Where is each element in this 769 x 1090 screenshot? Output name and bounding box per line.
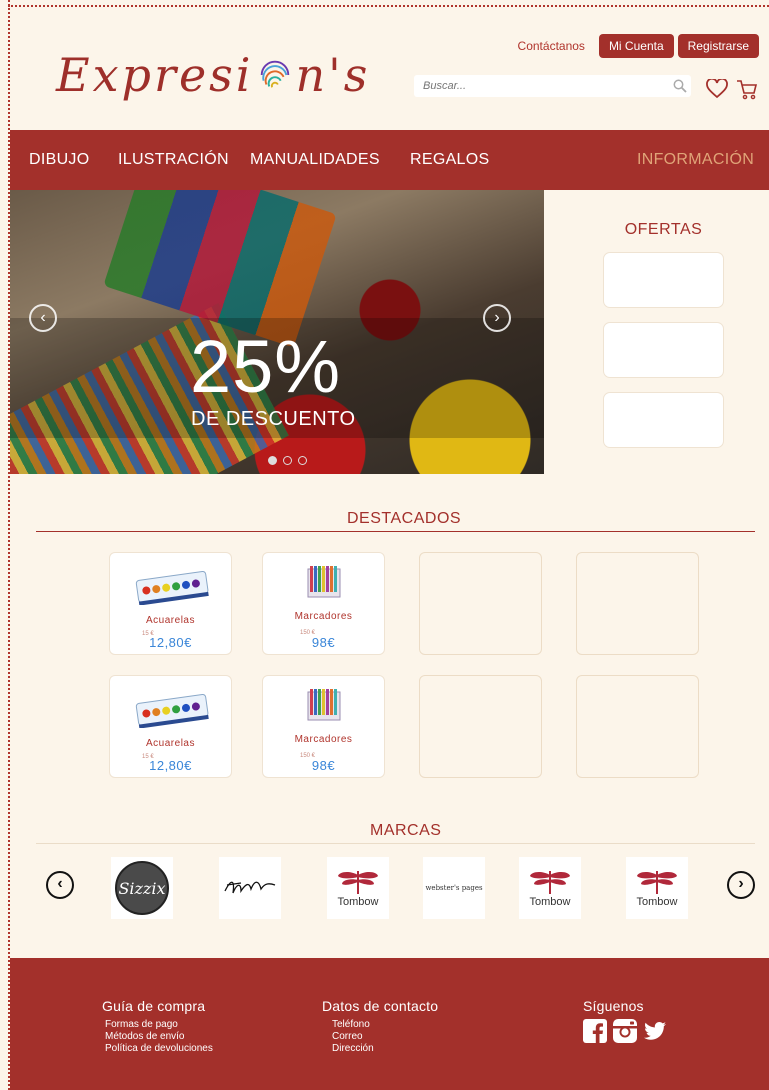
hero-dot-2[interactable] — [283, 456, 292, 465]
nav-item-dibujo[interactable]: DIBUJO — [29, 151, 89, 169]
hero-prev-button[interactable]: ‹ — [29, 304, 57, 332]
footer-social-title: Síguenos — [583, 998, 644, 1014]
hero-pagination — [268, 456, 307, 465]
facebook-icon[interactable] — [583, 1019, 607, 1043]
footer-link[interactable]: Dirección — [322, 1043, 438, 1055]
brand-logo-timholtz[interactable] — [219, 857, 281, 919]
hero-subheadline: DE DESCUENTO — [191, 408, 356, 430]
site-logo[interactable]: Expresi n's — [56, 48, 370, 102]
featured-title: DESTACADOS — [347, 510, 462, 527]
search-icon[interactable] — [669, 75, 691, 97]
brands-prev-button[interactable]: ‹ — [46, 871, 74, 899]
nav-item-manualidades[interactable]: MANUALIDADES — [250, 151, 380, 169]
product-card-placeholder — [419, 552, 542, 655]
product-card-placeholder — [576, 675, 699, 778]
page-guide-top — [8, 5, 769, 7]
footer-contact: Datos de contacto Teléfono Correo Direcc… — [322, 998, 438, 1055]
brand-logo-tombow[interactable]: Tombow — [626, 857, 688, 919]
watercolor-box-image — [135, 693, 209, 728]
product-price: 12,80€ — [149, 635, 192, 650]
dragonfly-icon — [338, 870, 378, 894]
product-name: Acuarelas — [146, 615, 195, 626]
instagram-icon[interactable] — [613, 1019, 637, 1043]
site-footer: Guía de compra Formas de pago Métodos de… — [10, 958, 769, 1090]
nav-item-informacion[interactable]: INFORMACIÓN — [637, 151, 754, 169]
product-card-placeholder — [419, 675, 542, 778]
account-button[interactable]: Mi Cuenta — [598, 34, 674, 58]
product-name: Marcadores — [294, 734, 353, 745]
search-bar — [414, 75, 691, 97]
brands-divider — [36, 843, 755, 844]
contact-link[interactable]: Contáctanos — [518, 39, 585, 53]
cart-icon[interactable] — [736, 78, 758, 100]
brand-name: Tombow — [636, 895, 678, 908]
brands-title: MARCAS — [370, 822, 442, 839]
brands-next-button[interactable]: › — [727, 871, 755, 899]
brand-name: Tombow — [529, 895, 571, 908]
nav-item-ilustracion[interactable]: ILUSTRACIÓN — [118, 151, 229, 169]
timholtz-logo — [224, 881, 276, 894]
heart-icon[interactable] — [706, 79, 728, 99]
product-card[interactable]: Acuarelas 15 € 12,80€ — [109, 552, 232, 655]
nav-item-regalos[interactable]: REGALOS — [410, 151, 489, 169]
brand-name: Sizzix — [118, 879, 165, 898]
brand-logo-tombow[interactable]: Tombow — [327, 857, 389, 919]
footer-guide: Guía de compra Formas de pago Métodos de… — [102, 998, 213, 1055]
fingerprint-icon — [260, 60, 289, 88]
offer-slot[interactable] — [603, 322, 724, 378]
main-nav: DIBUJO ILUSTRACIÓN MANUALIDADES REGALOS … — [10, 130, 769, 190]
footer-link[interactable]: Teléfono — [322, 1019, 438, 1031]
markers-box-image — [307, 689, 341, 721]
footer-link[interactable]: Política de devoluciones — [102, 1043, 213, 1055]
product-price: 98€ — [311, 758, 336, 773]
search-input[interactable] — [414, 80, 669, 92]
logo-text-right: n's — [295, 48, 371, 102]
hero-headline: 25% — [190, 325, 342, 408]
product-card[interactable]: Marcadores 150 € 98€ — [262, 675, 385, 778]
brand-name: webster's pages — [425, 884, 483, 892]
top-links: Contáctanos Mi Cuenta Registrarse — [518, 34, 759, 58]
brand-logo-websters-pages[interactable]: webster's pages — [423, 857, 485, 919]
offer-slot[interactable] — [603, 252, 724, 308]
logo-text-left: Expresi — [56, 48, 254, 102]
offer-slot[interactable] — [603, 392, 724, 448]
hero-dot-1[interactable] — [268, 456, 277, 465]
footer-link[interactable]: Métodos de envío — [102, 1031, 213, 1043]
sizzix-logo: Sizzix — [115, 861, 169, 915]
featured-divider — [36, 531, 755, 532]
markers-box-image — [307, 566, 341, 598]
hero-dot-3[interactable] — [298, 456, 307, 465]
product-card[interactable]: Marcadores 150 € 98€ — [262, 552, 385, 655]
footer-link[interactable]: Correo — [322, 1031, 438, 1043]
brand-logo-sizzix[interactable]: Sizzix — [111, 857, 173, 919]
footer-guide-title: Guía de compra — [102, 998, 206, 1014]
brand-logo-tombow[interactable]: Tombow — [519, 857, 581, 919]
hero-carousel: 25% DE DESCUENTO ‹ › — [10, 190, 544, 474]
dragonfly-icon — [530, 870, 570, 894]
brand-name: Tombow — [337, 895, 379, 908]
product-name: Acuarelas — [146, 738, 195, 749]
footer-contact-title: Datos de contacto — [322, 998, 439, 1014]
product-card-placeholder — [576, 552, 699, 655]
offers-title: OFERTAS — [624, 221, 703, 238]
register-button[interactable]: Registrarse — [677, 34, 759, 58]
hero-next-button[interactable]: › — [483, 304, 511, 332]
dragonfly-icon — [637, 870, 677, 894]
product-price: 12,80€ — [149, 758, 192, 773]
footer-social: Síguenos — [583, 998, 667, 1043]
product-name: Marcadores — [294, 611, 353, 622]
product-card[interactable]: Acuarelas 15 € 12,80€ — [109, 675, 232, 778]
product-price: 98€ — [311, 635, 336, 650]
watercolor-box-image — [135, 570, 209, 605]
twitter-icon[interactable] — [643, 1019, 667, 1043]
social-icons — [583, 1019, 667, 1043]
footer-link[interactable]: Formas de pago — [102, 1019, 213, 1031]
